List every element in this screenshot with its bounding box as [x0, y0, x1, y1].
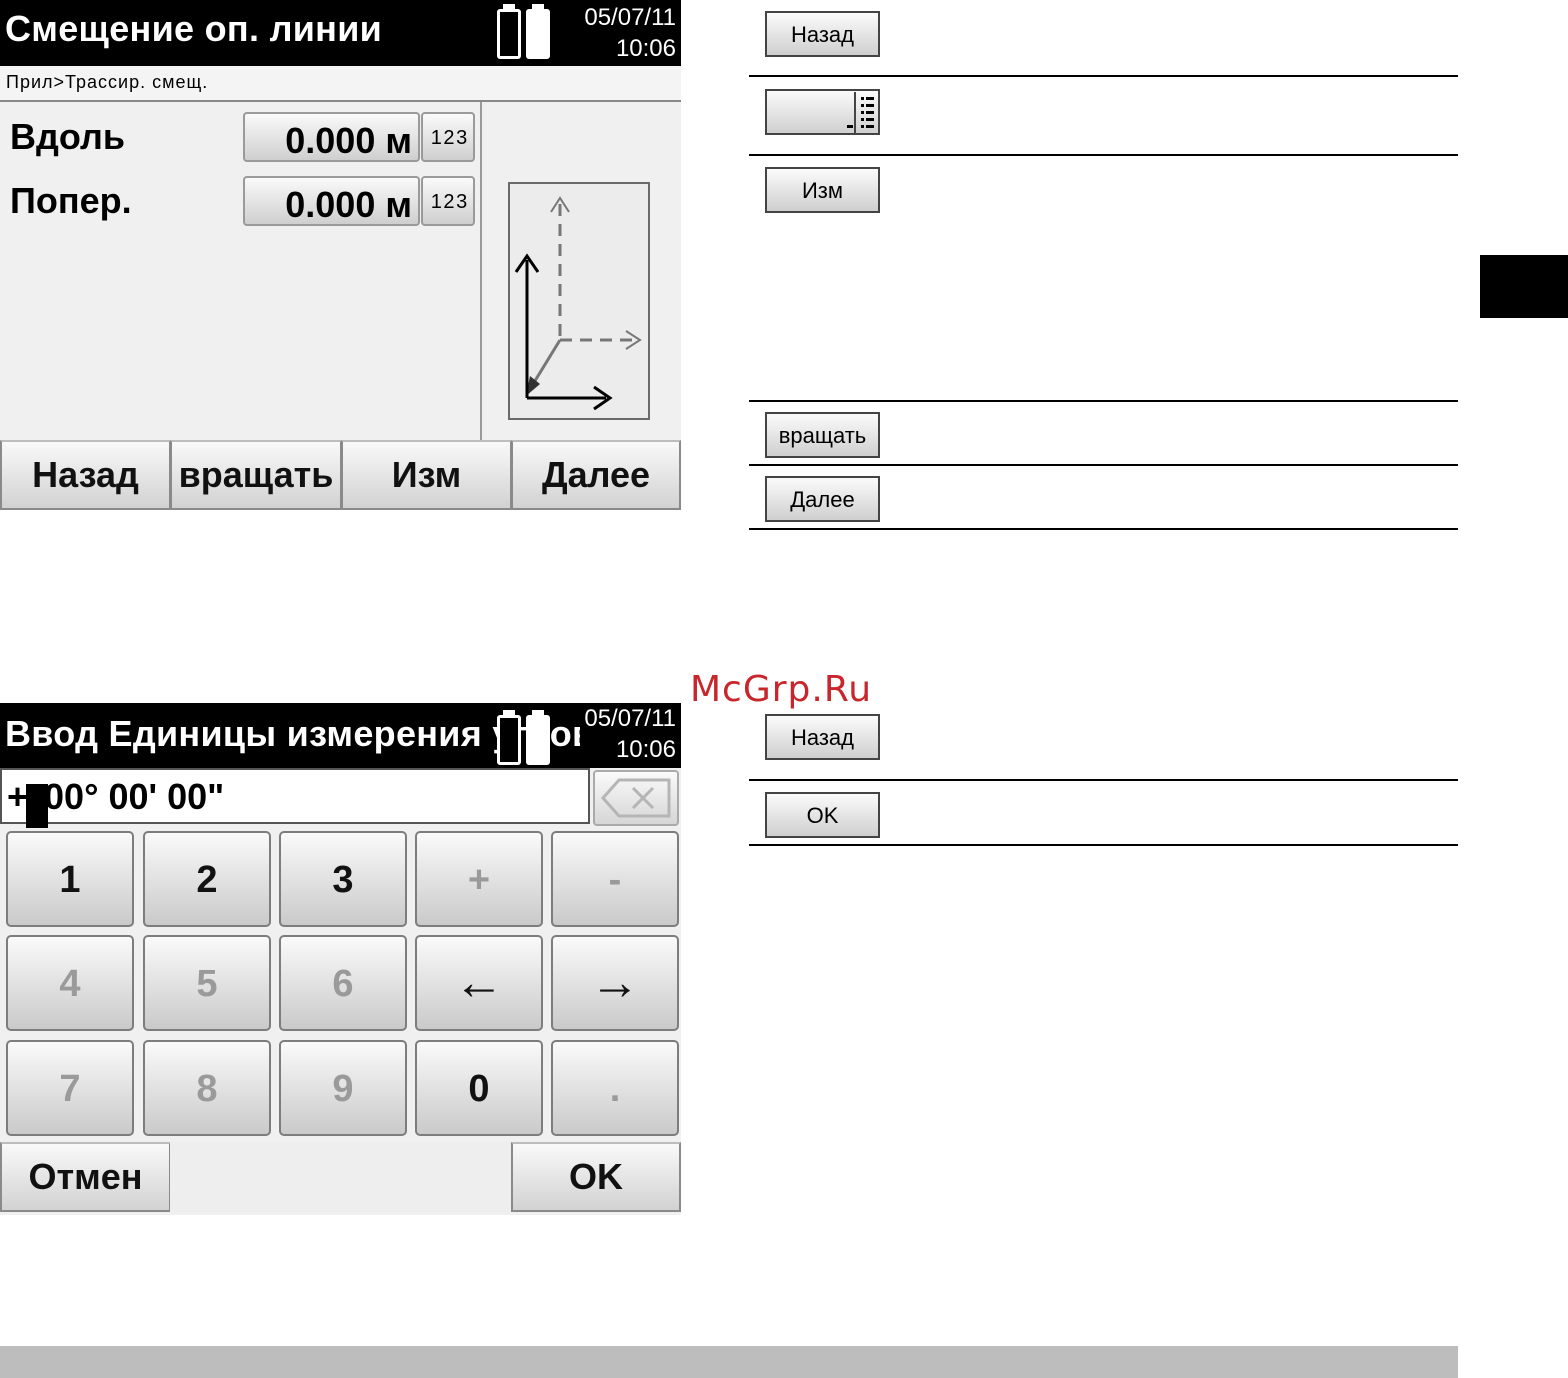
- watermark: McGrp.Ru: [690, 669, 873, 710]
- legend-next-button: Далее: [765, 476, 880, 522]
- legend-divider: [749, 75, 1458, 77]
- legend-divider: [749, 400, 1458, 402]
- title-bar: Ввод Единицы измерения углов 05/07/11 10…: [0, 703, 681, 768]
- key-3[interactable]: 3: [279, 831, 407, 927]
- legend-rotate-button: вращать: [765, 412, 880, 458]
- key-minus[interactable]: -: [551, 831, 679, 927]
- time-text: 10:06: [615, 736, 676, 763]
- along-label: Вдоль: [10, 116, 125, 157]
- key-6[interactable]: 6: [279, 935, 407, 1031]
- legend-divider: [749, 528, 1458, 530]
- along-value-field[interactable]: 0.000 м: [243, 112, 420, 162]
- screen-title: Смещение оп. линии: [5, 8, 383, 49]
- edit-softkey[interactable]: Изм: [341, 440, 512, 510]
- offset-line-screen: Смещение оп. линии 05/07/11 10:06 Прил>Т…: [0, 0, 681, 510]
- rotate-softkey[interactable]: вращать: [170, 440, 342, 510]
- axes-graphic: [514, 196, 642, 411]
- numpad-icon-label: 1 2 3: [430, 127, 468, 149]
- angle-input-field[interactable]: +000° 00' 00": [0, 768, 590, 828]
- input-sign: +: [7, 776, 29, 817]
- across-label: Попер.: [10, 180, 132, 221]
- offset-axes-diagram: [508, 182, 650, 420]
- breadcrumb: Прил>Трассир. смещ.: [0, 66, 681, 102]
- across-value-field[interactable]: 0.000 м: [243, 176, 420, 226]
- key-5[interactable]: 5: [143, 935, 271, 1031]
- across-numeric-input-icon[interactable]: 1 2 3: [421, 176, 475, 226]
- key-9[interactable]: 9: [279, 1040, 407, 1136]
- key-1[interactable]: 1: [6, 831, 134, 927]
- key-7[interactable]: 7: [6, 1040, 134, 1136]
- battery-icon: [497, 4, 521, 59]
- datetime: 05/07/11 10:06: [584, 2, 676, 64]
- list-selector-icon: [847, 92, 874, 133]
- legend-divider: [749, 844, 1458, 846]
- legend-divider: [749, 779, 1458, 781]
- legend-edit-button: Изм: [765, 167, 880, 213]
- backspace-icon: [600, 778, 671, 818]
- legend-back-button: Назад: [765, 714, 880, 760]
- key-plus[interactable]: +: [415, 831, 543, 927]
- title-bar: Смещение оп. линии 05/07/11 10:06: [0, 0, 681, 66]
- key-left-arrow[interactable]: ←: [415, 935, 543, 1031]
- softkey-bar: Отмен OK: [0, 1142, 681, 1212]
- key-right-arrow[interactable]: →: [551, 935, 679, 1031]
- key-0[interactable]: 0: [415, 1040, 543, 1136]
- numpad-icon-label: 1 2 3: [430, 191, 468, 213]
- battery-icon: [497, 710, 521, 765]
- legend-divider: [749, 464, 1458, 466]
- legend-back-button: Назад: [765, 11, 880, 57]
- key-8[interactable]: 8: [143, 1040, 271, 1136]
- backspace-button[interactable]: [593, 770, 679, 826]
- panel-divider: [480, 102, 482, 440]
- date-text: 05/07/11: [584, 705, 676, 732]
- battery-full-icon: [526, 4, 550, 59]
- battery-full-icon: [526, 710, 550, 765]
- empty-softkey: [170, 1142, 512, 1212]
- time-text: 10:06: [615, 35, 676, 62]
- along-numeric-input-icon[interactable]: 1 2 3: [421, 112, 475, 162]
- cancel-softkey[interactable]: Отмен: [0, 1142, 171, 1212]
- datetime: 05/07/11 10:06: [580, 703, 676, 765]
- key-decimal[interactable]: .: [551, 1040, 679, 1136]
- date-text: 05/07/11: [584, 4, 676, 31]
- ok-softkey[interactable]: OK: [511, 1142, 681, 1212]
- key-2[interactable]: 2: [143, 831, 271, 927]
- input-value: 00° 00' 00": [44, 776, 225, 817]
- footer-band: [0, 1346, 1458, 1378]
- chapter-tab-marker: [1480, 255, 1568, 318]
- back-softkey[interactable]: Назад: [0, 440, 171, 510]
- key-4[interactable]: 4: [6, 935, 134, 1031]
- legend-list-button: [765, 89, 880, 135]
- legend-divider: [749, 154, 1458, 156]
- next-softkey[interactable]: Далее: [511, 440, 681, 510]
- legend-ok-button: OK: [765, 792, 880, 838]
- softkey-bar: Назад вращать Изм Далее: [0, 440, 681, 510]
